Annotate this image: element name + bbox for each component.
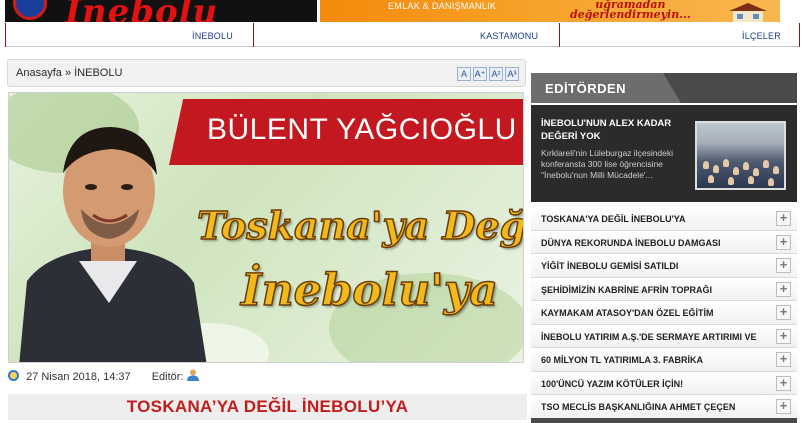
article-title: TOSKANA’YA DEĞİL İNEBOLU’YA: [8, 394, 527, 420]
sidebar-bottom-bar: [531, 418, 797, 423]
expand-plus-icon[interactable]: +: [776, 211, 791, 226]
author-name: BÜLENT YAĞCIOĞLU: [207, 113, 517, 146]
editor-section-title: EDİTÖRDEN: [545, 81, 627, 96]
editor-section-tab[interactable]: EDİTÖRDEN: [531, 73, 681, 103]
news-item-title[interactable]: 60 MİLYON TL YATIRIMLA 3. FABRİKA: [541, 355, 771, 365]
news-item-title[interactable]: TSO MECLİS BAŞKANLIĞINA AHMET ÇEÇEN: [541, 402, 771, 412]
news-list-item[interactable]: 100'ÜNCÜ YAZIM KÖTÜLER İÇİN! +: [531, 371, 797, 395]
breadcrumb-current: İNEBOLU: [74, 67, 123, 79]
news-list-item[interactable]: KAYMAKAM ATASOY'DAN ÖZEL EĞİTİM +: [531, 301, 797, 325]
news-item-title[interactable]: KAYMAKAM ATASOY'DAN ÖZEL EĞİTİM: [541, 308, 771, 318]
news-list-item[interactable]: TSO MECLİS BAŞKANLIĞINA AHMET ÇEÇEN +: [531, 395, 797, 419]
logo-emblem-icon: [13, 0, 47, 20]
breadcrumb-separator: »: [64, 67, 72, 79]
expand-plus-icon[interactable]: +: [776, 281, 791, 297]
article-meta: 27 Nisan 2018, 14:37 Editör:: [8, 369, 199, 383]
user-icon[interactable]: [186, 369, 199, 381]
article-image: BÜLENT YAĞCIOĞLU Toskana'ya Değil İnebol…: [8, 92, 524, 363]
font-size-xlarge-button[interactable]: A³: [505, 67, 519, 81]
ad-banner[interactable]: EMLAK & DANIŞMANLIK uğramadan değerlendi…: [320, 0, 780, 22]
clock-icon: [8, 370, 19, 381]
expand-plus-icon[interactable]: +: [776, 375, 791, 391]
breadcrumb-bar: Anasayfa » İNEBOLU A A⁺ A² A³: [7, 59, 526, 87]
expand-plus-icon[interactable]: +: [776, 328, 791, 344]
nav-item-kastamonu[interactable]: KASTAMONU: [480, 31, 538, 41]
news-item-title[interactable]: İNEBOLU YATIRIM A.Ş.'DE SERMAYE ARTIRIMI…: [541, 332, 771, 342]
breadcrumb-home-link[interactable]: Anasayfa: [16, 67, 62, 79]
editor-label: Editör:: [151, 371, 184, 383]
house-icon: [729, 3, 767, 22]
hero-headline-line1: Toskana'ya Değil: [196, 202, 524, 249]
news-item-title[interactable]: YİĞİT İNEBOLU GEMİSİ SATILDI: [541, 261, 771, 271]
expand-plus-icon[interactable]: +: [776, 258, 791, 273]
news-list-item[interactable]: 60 MİLYON TL YATIRIMLA 3. FABRİKA +: [531, 348, 797, 372]
editor-news-list: TOSKANA'YA DEĞİL İNEBOLU'YA + DÜNYA REKOR…: [531, 207, 797, 419]
featured-description: Kırklareli'nin Lüleburgaz ilçesindeki ko…: [541, 148, 674, 180]
main-nav: İNEBOLU KASTAMONU İLÇELER: [5, 23, 800, 47]
news-list-item[interactable]: ŞEHİDİMİZİN KABRİNE AFRİN TOPRAĞI +: [531, 277, 797, 301]
news-item-title[interactable]: TOSKANA'YA DEĞİL İNEBOLU'YA: [541, 214, 771, 224]
expand-plus-icon[interactable]: +: [776, 399, 791, 414]
news-list-item[interactable]: YİĞİT İNEBOLU GEMİSİ SATILDI +: [531, 254, 797, 278]
site-logo[interactable]: İnebolu: [5, 0, 317, 22]
nav-separator: [5, 23, 6, 47]
ad-slogan-line2: değerlendirmeyin...: [570, 8, 691, 21]
expand-plus-icon[interactable]: +: [776, 352, 791, 367]
ad-company-text: EMLAK & DANIŞMANLIK: [388, 1, 497, 11]
news-item-title[interactable]: DÜNYA REKORUNDA İNEBOLU DAMGASI: [541, 238, 771, 248]
font-size-large-button[interactable]: A²: [489, 67, 503, 81]
featured-title[interactable]: İNEBOLU'NUN ALEX KADAR DEĞERİ YOK: [541, 117, 691, 143]
author-name-banner: BÜLENT YAĞCIOĞLU: [169, 99, 523, 165]
news-item-title[interactable]: ŞEHİDİMİZİN KABRİNE AFRİN TOPRAĞI: [541, 285, 771, 295]
breadcrumb: Anasayfa » İNEBOLU: [16, 67, 122, 79]
news-list-item[interactable]: İNEBOLU YATIRIM A.Ş.'DE SERMAYE ARTIRIMI…: [531, 324, 797, 348]
nav-separator: [559, 23, 560, 47]
news-item-title[interactable]: 100'ÜNCÜ YAZIM KÖTÜLER İÇİN!: [541, 379, 771, 389]
font-size-normal-button[interactable]: A: [457, 67, 471, 81]
news-list-item[interactable]: DÜNYA REKORUNDA İNEBOLU DAMGASI +: [531, 230, 797, 254]
nav-separator: [253, 23, 254, 47]
news-list-item[interactable]: TOSKANA'YA DEĞİL İNEBOLU'YA +: [531, 207, 797, 231]
nav-separator: [799, 23, 800, 47]
featured-image[interactable]: [695, 121, 786, 190]
ad-slogan: uğramadan değerlendirmeyin...: [570, 0, 691, 20]
article-date: 27 Nisan 2018, 14:37: [26, 371, 131, 383]
font-size-plus-button[interactable]: A⁺: [473, 67, 487, 81]
logo-text: İnebolu: [65, 0, 219, 22]
editor-section-header: EDİTÖRDEN: [531, 73, 797, 103]
expand-plus-icon[interactable]: +: [776, 305, 791, 320]
expand-plus-icon[interactable]: +: [776, 234, 791, 250]
nav-item-inebolu[interactable]: İNEBOLU: [192, 31, 233, 41]
nav-item-ilceler[interactable]: İLÇELER: [742, 31, 781, 41]
featured-article[interactable]: İNEBOLU'NUN ALEX KADAR DEĞERİ YOK Kırkla…: [531, 105, 797, 202]
hero-headline-line2: İnebolu'ya: [240, 264, 498, 317]
